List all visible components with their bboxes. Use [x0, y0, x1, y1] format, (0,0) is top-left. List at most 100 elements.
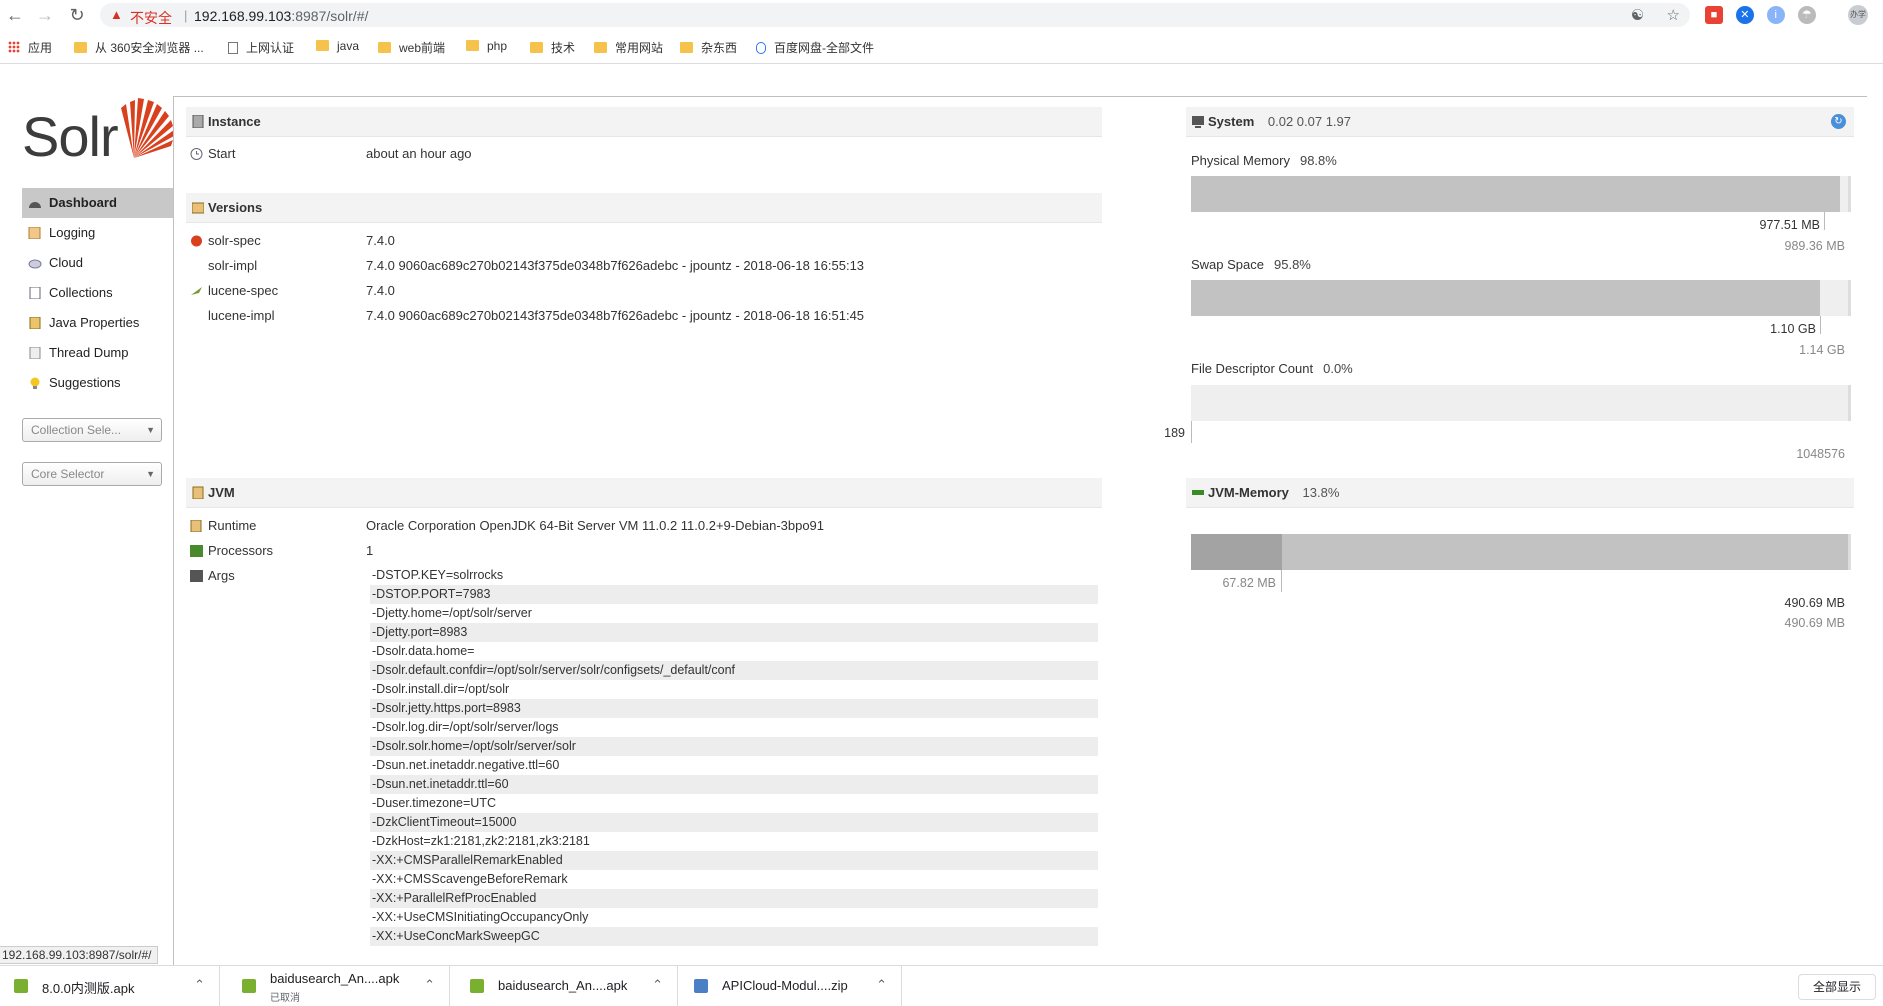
back-icon[interactable]: ←	[4, 4, 26, 26]
nav-logging[interactable]: Logging	[22, 218, 173, 248]
nav-label: Dashboard	[49, 195, 117, 210]
bar-tick	[1820, 316, 1821, 334]
runtime-icon	[190, 520, 202, 532]
sun-icon	[121, 98, 174, 158]
bar-tick	[1191, 421, 1192, 443]
clock-icon	[190, 148, 203, 160]
forward-icon[interactable]: →	[34, 4, 56, 26]
jvm-arg: -Dsolr.data.home=	[372, 644, 475, 658]
instance-title: Instance	[208, 114, 261, 129]
bookmark-item[interactable]: 百度网盘-全部文件	[756, 39, 874, 56]
version-key: solr-impl	[186, 255, 346, 277]
jvm-args-list: -DSTOP.KEY=solrrocks -DSTOP.PORT=7983 -Dje…	[370, 566, 1098, 946]
version-row: solr-impl 7.4.0 9060ac689c270b02143f375d…	[186, 255, 1086, 277]
version-value: 7.4.0	[366, 283, 395, 298]
separator: |	[184, 8, 188, 23]
nav-java-properties[interactable]: Java Properties	[22, 308, 173, 338]
core-selector[interactable]: Core Selector ▼	[22, 462, 162, 486]
download-item[interactable]: baidusearch_An....apk 已取消 ⌃	[228, 966, 450, 1006]
runtime-value: Oracle Corporation OpenJDK 64-Bit Server…	[366, 518, 825, 533]
jvm-args-row: Args	[186, 565, 366, 587]
extension-icon[interactable]: i	[1766, 6, 1785, 24]
version-key: lucene-impl	[186, 305, 346, 327]
system-title: System	[1208, 114, 1255, 129]
sidebar: Dashboard Logging Cloud Collections Java…	[22, 188, 173, 486]
nav-suggestions[interactable]: Suggestions	[22, 368, 173, 398]
versions-icon	[192, 202, 204, 214]
baidu-pan-icon	[756, 42, 766, 54]
bookmark-item[interactable]: 常用网站	[594, 39, 663, 56]
folder-icon	[316, 40, 329, 51]
version-key: lucene-spec	[186, 280, 346, 302]
profile-avatar[interactable]: 办学	[1848, 5, 1868, 25]
bookmark-item[interactable]: 技术	[530, 39, 575, 56]
bookmark-label: 应用	[28, 41, 53, 55]
bookmark-apps[interactable]: 应用	[8, 39, 52, 56]
server-icon	[192, 115, 204, 128]
versions-title: Versions	[208, 200, 263, 215]
version-row: lucene-impl 7.4.0 9060ac689c270b02143f37…	[186, 305, 1086, 327]
system-load: 0.02 0.07 1.97	[1267, 114, 1352, 129]
extension-icon[interactable]: ■	[1705, 6, 1723, 24]
url-text[interactable]: 192.168.99.103:8987/solr/#/	[194, 8, 368, 24]
monitor-icon	[1192, 116, 1204, 128]
translate-icon[interactable]: ☯	[1631, 7, 1644, 24]
chevron-up-icon[interactable]: ⌃	[424, 977, 435, 993]
version-value: 7.4.0 9060ac689c270b02143f375de0348b7f62…	[366, 308, 865, 323]
extensions: ■ ✕ i ☂	[1705, 5, 1825, 24]
folder-icon	[378, 42, 391, 53]
cloud-icon	[28, 259, 42, 269]
collection-selector[interactable]: Collection Sele... ▼	[22, 418, 162, 442]
version-value: 7.4.0	[366, 233, 395, 248]
jvm-arg: -Dsun.net.inetaddr.ttl=60	[370, 775, 1098, 794]
bookmark-item[interactable]: 上网认证	[228, 39, 294, 56]
processors-label-text: Processors	[208, 543, 274, 558]
jvm-processors-row: Processors 1	[186, 540, 1086, 562]
bookmark-label: 上网认证	[246, 41, 295, 55]
chevron-up-icon[interactable]: ⌃	[652, 977, 663, 993]
bookmark-label: 技术	[551, 41, 576, 55]
chevron-up-icon[interactable]: ⌃	[876, 977, 887, 993]
bookmark-star-icon[interactable]: ☆	[1667, 7, 1680, 24]
swap-space-total: 1.14 GB	[1799, 343, 1845, 357]
bookmark-item[interactable]: 从 360安全浏览器 ...	[74, 39, 204, 56]
warning-icon: ▲	[110, 7, 123, 22]
download-item[interactable]: 8.0.0内测版.apk ⌃	[0, 966, 220, 1006]
versions-header: Versions	[186, 193, 1102, 223]
download-name: baidusearch_An....apk	[270, 971, 400, 986]
bar-pct: 98.8%	[1299, 153, 1337, 168]
nav-dashboard[interactable]: Dashboard	[22, 188, 173, 218]
processors-label: Processors	[186, 540, 346, 562]
jvm-memory-used-fill	[1191, 534, 1282, 570]
extension-icon[interactable]: ☂	[1797, 6, 1816, 24]
nav-collections[interactable]: Collections	[22, 278, 173, 308]
insecure-label: 不安全	[130, 10, 172, 26]
bar-label-text: Swap Space	[1191, 257, 1264, 272]
bookmark-item[interactable]: php	[466, 39, 507, 53]
jvm-memory-title: JVM-Memory	[1208, 485, 1289, 500]
nav-thread-dump[interactable]: Thread Dump	[22, 338, 173, 368]
bookmark-item[interactable]: web前端	[378, 39, 445, 56]
refresh-icon[interactable]: ↻	[1831, 114, 1846, 129]
version-row: lucene-spec 7.4.0	[186, 280, 1086, 302]
reload-icon[interactable]: ↻	[66, 4, 88, 26]
bookmark-item[interactable]: java	[316, 39, 359, 53]
physical-memory-label: Physical Memory 98.8%	[1191, 153, 1337, 168]
jvm-arg: -XX:+ParallelRefProcEnabled	[370, 889, 1098, 908]
nav-cloud[interactable]: Cloud	[22, 248, 173, 278]
extension-icon[interactable]: ✕	[1735, 6, 1754, 24]
physical-memory-used: 977.51 MB	[1759, 218, 1820, 232]
chevron-up-icon[interactable]: ⌃	[194, 977, 205, 993]
solr-logo[interactable]: Solr	[22, 96, 174, 168]
jvm-memory-pct: 13.8%	[1302, 485, 1340, 500]
bar-tick	[1281, 570, 1282, 592]
show-all-button[interactable]: 全部显示	[1798, 974, 1876, 1000]
download-item[interactable]: baidusearch_An....apk ⌃	[456, 966, 678, 1006]
download-item[interactable]: APICloud-Modul....zip ⌃	[680, 966, 902, 1006]
bookmark-item[interactable]: 杂东西	[680, 39, 737, 56]
address-bar[interactable]: ▲ 不安全 | 192.168.99.103:8987/solr/#/ ☯ ☆	[100, 3, 1690, 27]
nav-label: Collections	[49, 285, 113, 300]
address-row: ← → ↻ ▲ 不安全 | 192.168.99.103:8987/solr/#…	[0, 0, 1883, 30]
physical-memory-fill	[1191, 176, 1841, 212]
bookmark-label: 百度网盘-全部文件	[774, 41, 874, 55]
